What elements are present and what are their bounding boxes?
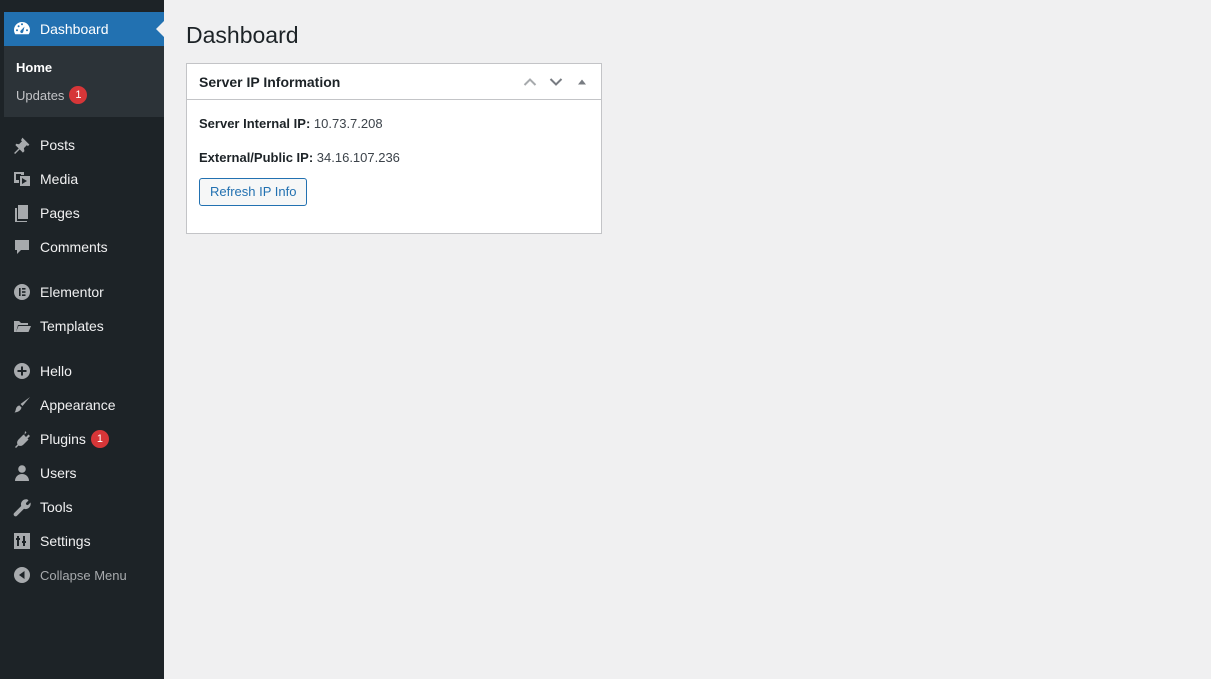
triangle-up-icon [578,79,586,84]
menu-tools-label: Tools [40,499,73,515]
collapse-menu-label: Collapse Menu [40,567,127,583]
menu-media[interactable]: Media [4,162,164,196]
menu-appearance-label: Appearance [40,397,116,413]
widget-header: Server IP Information [187,64,601,100]
menu-users[interactable]: Users [4,456,164,490]
submenu-updates-label: Updates [16,87,65,103]
admin-sidebar: Dashboard Home Updates 1 Posts Media Pag… [4,0,164,679]
page-title: Dashboard [186,22,299,48]
wrench-icon [4,497,40,517]
internal-ip-label: Server Internal IP: [199,116,311,131]
pin-icon [4,135,40,155]
menu-plugins[interactable]: Plugins 1 [4,422,164,456]
menu-posts-label: Posts [40,137,76,153]
plugin-icon [4,429,40,449]
elementor-icon [4,282,40,302]
menu-dashboard-label: Dashboard [40,21,109,37]
paintbrush-icon [4,395,40,415]
collapse-menu-button[interactable]: Collapse Menu [4,558,164,592]
widget-handle-actions [517,65,601,99]
widget-title: Server IP Information [199,73,341,90]
external-ip-value: 34.16.107.236 [316,150,400,165]
menu-appearance[interactable]: Appearance [4,388,164,422]
external-ip-label: External/Public IP: [199,150,314,165]
menu-comments[interactable]: Comments [4,230,164,264]
plugins-count-badge: 1 [90,430,109,448]
dashboard-icon [4,19,40,39]
refresh-ip-button[interactable]: Refresh IP Info [199,178,308,206]
plus-circle-icon [4,361,40,381]
menu-templates[interactable]: Templates [4,309,164,343]
submenu-updates[interactable]: Updates 1 [4,81,164,109]
menu-hello-label: Hello [40,363,72,379]
widget-body: Server Internal IP: 10.73.7.208 External… [187,100,601,206]
folder-icon [4,316,40,336]
server-ip-widget: Server IP Information Server Internal IP… [186,63,602,234]
menu-settings-label: Settings [40,533,91,549]
menu-tools[interactable]: Tools [4,490,164,524]
menu-plugins-label: Plugins [40,431,86,447]
menu-templates-label: Templates [40,318,104,334]
dashboard-submenu: Home Updates 1 [4,46,164,117]
menu-separator [4,264,164,275]
chevron-up-icon [523,77,537,86]
internal-ip-row: Server Internal IP: 10.73.7.208 [199,116,589,131]
move-up-button[interactable] [517,65,543,99]
menu-media-label: Media [40,171,79,187]
menu-dashboard[interactable]: Dashboard [4,12,164,46]
submenu-home[interactable]: Home [4,53,164,81]
settings-icon [4,531,40,551]
toggle-panel-button[interactable] [569,65,595,99]
menu-settings[interactable]: Settings [4,524,164,558]
internal-ip-value: 10.73.7.208 [313,116,383,131]
chevron-down-icon [549,77,563,86]
menu-elementor[interactable]: Elementor [4,275,164,309]
move-down-button[interactable] [543,65,569,99]
menu-separator [4,117,164,128]
menu-elementor-label: Elementor [40,284,104,300]
menu-comments-label: Comments [40,239,108,255]
menu-pages[interactable]: Pages [4,196,164,230]
media-icon [4,169,40,189]
menu-posts[interactable]: Posts [4,128,164,162]
comment-icon [4,237,40,257]
external-ip-row: External/Public IP: 34.16.107.236 [199,150,589,165]
menu-users-label: Users [40,465,77,481]
updates-count-badge: 1 [69,86,88,104]
admin-bar-strip [4,0,164,12]
collapse-icon [4,565,40,585]
menu-pages-label: Pages [40,205,80,221]
pages-icon [4,203,40,223]
menu-separator [4,343,164,354]
menu-hello[interactable]: Hello [4,354,164,388]
user-icon [4,463,40,483]
